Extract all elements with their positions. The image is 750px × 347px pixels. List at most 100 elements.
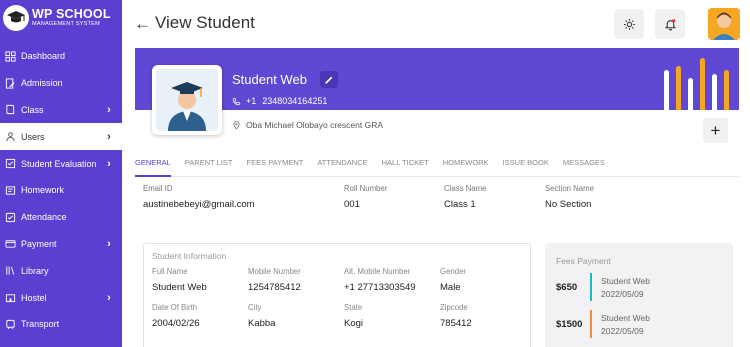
gender-value: Male bbox=[440, 282, 461, 293]
sidebar-item-label: Class bbox=[21, 104, 44, 115]
phone-icon bbox=[232, 97, 241, 105]
sidebar-item-payment[interactable]: Payment › bbox=[0, 231, 122, 258]
chevron-right-icon: › bbox=[107, 237, 111, 250]
city-label: City bbox=[248, 303, 262, 312]
phone-code: +1 bbox=[246, 96, 257, 106]
sidebar-item-label: Hostel bbox=[21, 292, 47, 303]
decorative-bar bbox=[664, 70, 669, 110]
sidebar-item-student-evaluation[interactable]: Student Evaluation › bbox=[0, 150, 122, 177]
brand-subtitle: MANAGEMENT SYSTEM bbox=[32, 20, 100, 27]
avatar-icon bbox=[708, 8, 740, 40]
sidebar-item-label: Student Evaluation bbox=[21, 158, 97, 169]
student-avatar bbox=[152, 65, 222, 135]
dob-label: Date Of Birth bbox=[152, 303, 198, 312]
sidebar: WP SCHOOL MANAGEMENT SYSTEM Dashboard Adm… bbox=[0, 0, 122, 347]
gender-field: Gender Male bbox=[440, 267, 466, 293]
sidebar-item-transport[interactable]: Transport bbox=[0, 311, 122, 338]
add-button[interactable]: + bbox=[703, 118, 728, 143]
decorative-bar bbox=[724, 70, 729, 110]
tab-messages[interactable]: MESSAGES bbox=[563, 152, 605, 177]
sidebar-item-label: Attendance bbox=[21, 212, 67, 223]
gear-icon bbox=[623, 18, 635, 30]
sidebar-item-class[interactable]: Class › bbox=[0, 97, 122, 124]
decorative-bar bbox=[700, 58, 705, 110]
student-name: Student Web bbox=[232, 72, 307, 87]
email-value: austinebebeyi@gmail.com bbox=[143, 199, 255, 210]
sidebar-item-homework[interactable]: Homework bbox=[0, 177, 122, 204]
sidebar-item-label: Homework bbox=[21, 185, 65, 196]
bus-icon bbox=[4, 318, 16, 330]
roll-value: 001 bbox=[344, 199, 360, 210]
chevron-right-icon: › bbox=[107, 291, 111, 304]
fullname-label: Full Name bbox=[152, 267, 188, 276]
decorative-bars bbox=[657, 58, 729, 110]
graduation-cap-logo-icon bbox=[3, 5, 29, 31]
page-title: View Student bbox=[155, 13, 255, 32]
sidebar-item-library[interactable]: Library bbox=[0, 257, 122, 284]
grid-icon bbox=[4, 50, 16, 62]
settings-button[interactable] bbox=[614, 9, 644, 39]
sidebar-item-attendance[interactable]: Attendance bbox=[0, 204, 122, 231]
hostel-icon bbox=[4, 292, 16, 304]
city-value: Kabba bbox=[248, 318, 276, 329]
brand[interactable]: WP SCHOOL MANAGEMENT SYSTEM bbox=[0, 0, 122, 36]
roll-label: Roll Number bbox=[344, 184, 388, 193]
evaluation-icon bbox=[4, 158, 16, 170]
user-avatar[interactable] bbox=[708, 8, 740, 40]
fee-student-name: Student Web bbox=[601, 275, 650, 286]
chevron-right-icon: › bbox=[107, 103, 111, 116]
tab-issue-book[interactable]: ISSUE BOOK bbox=[503, 152, 549, 177]
edit-profile-button[interactable] bbox=[320, 71, 338, 88]
graduate-avatar-icon bbox=[156, 69, 218, 131]
fee-date: 2022/05/09 bbox=[601, 288, 644, 299]
back-button[interactable]: ← View Student bbox=[134, 13, 255, 33]
email-field: Email ID austinebebeyi@gmail.com bbox=[143, 184, 255, 210]
student-phone: +1 2348034164251 bbox=[232, 96, 327, 106]
state-field: State Kogi bbox=[344, 303, 363, 329]
sidebar-item-label: Library bbox=[21, 265, 49, 276]
fee-row[interactable]: $1500 Student Web 2022/05/09 bbox=[556, 310, 650, 338]
wallet-icon bbox=[4, 238, 16, 250]
student-address: Oba Michael Olobayo crescent GRA bbox=[232, 120, 383, 130]
sidebar-item-users[interactable]: Users › bbox=[0, 123, 122, 151]
alt-mobile-value: +1 27713303549 bbox=[344, 282, 416, 293]
tab-hall-ticket[interactable]: HALL TICKET bbox=[382, 152, 429, 177]
card-title: Student Information bbox=[152, 251, 227, 261]
email-label: Email ID bbox=[143, 184, 173, 193]
sidebar-item-hostel[interactable]: Hostel › bbox=[0, 284, 122, 311]
sidebar-item-label: Transport bbox=[21, 319, 60, 330]
back-arrow-icon: ← bbox=[134, 13, 151, 33]
profile-banner bbox=[135, 48, 739, 110]
fee-amount: $1500 bbox=[556, 318, 583, 330]
sidebar-item-dashboard[interactable]: Dashboard bbox=[0, 43, 122, 70]
book-icon bbox=[4, 104, 16, 116]
class-value: Class 1 bbox=[444, 199, 476, 210]
tab-attendance[interactable]: ATTENDANCE bbox=[317, 152, 367, 177]
alt-mobile-label: Alt. Mobile Number bbox=[344, 267, 411, 276]
section-value: No Section bbox=[545, 199, 592, 210]
mobile-field: Mobile Number 1254785412 bbox=[248, 267, 301, 293]
city-field: City Kabba bbox=[248, 303, 275, 329]
chevron-right-icon: › bbox=[107, 130, 111, 143]
mobile-value: 1254785412 bbox=[248, 282, 301, 293]
sidebar-nav: Dashboard Admission Class › Users › Student Ev… bbox=[0, 43, 122, 338]
dob-value: 2004/02/26 bbox=[152, 318, 200, 329]
notification-button[interactable] bbox=[655, 9, 685, 39]
section-label: Section Name bbox=[545, 184, 594, 193]
homework-icon bbox=[4, 184, 16, 196]
pencil-icon bbox=[325, 76, 333, 84]
tab-general[interactable]: GENERAL bbox=[135, 152, 171, 177]
tab-parent-list[interactable]: PARENT LIST bbox=[185, 152, 233, 177]
location-pin-icon bbox=[233, 121, 240, 130]
zipcode-field: Zipcode 785412 bbox=[440, 303, 472, 329]
sidebar-item-label: Dashboard bbox=[21, 51, 66, 62]
fee-row[interactable]: $650 Student Web 2022/05/09 bbox=[556, 273, 650, 301]
sidebar-item-admission[interactable]: Admission bbox=[0, 70, 122, 97]
library-icon bbox=[4, 265, 16, 277]
zipcode-label: Zipcode bbox=[440, 303, 468, 312]
tab-homework[interactable]: HOMEWORK bbox=[443, 152, 489, 177]
tab-fees-payment[interactable]: FEES PAYMENT bbox=[247, 152, 304, 177]
fee-date: 2022/05/09 bbox=[601, 325, 644, 336]
chevron-right-icon: › bbox=[107, 157, 111, 170]
fees-title: Fees Payment bbox=[556, 256, 611, 266]
